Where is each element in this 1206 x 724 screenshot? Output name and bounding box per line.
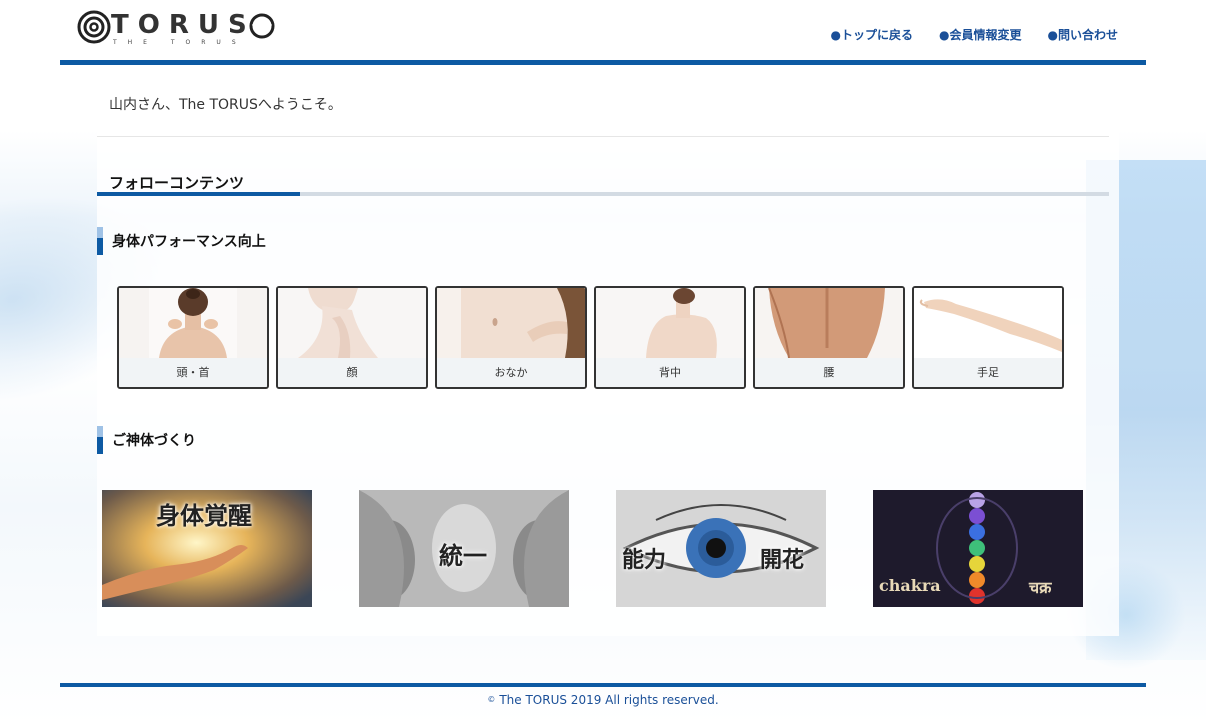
divider	[97, 136, 1109, 137]
card-label: 頭・首	[119, 358, 267, 387]
card-belly[interactable]: おなか	[435, 286, 587, 389]
nav-member-info-link[interactable]: ●会員情報変更	[939, 26, 1021, 43]
card-label: 顔	[278, 358, 426, 387]
banner-chakra-text-right: चक्र	[1029, 578, 1052, 597]
card-label: 腰	[755, 358, 903, 387]
top-nav: ●トップに戻る ●会員情報変更 ●問い合わせ	[831, 26, 1118, 43]
lower-back-thumbnail	[755, 288, 903, 358]
banner-ability[interactable]: 能力 開花	[616, 490, 826, 607]
copyright-text: The TORUS 2019 All rights reserved.	[499, 693, 719, 707]
card-label: 背中	[596, 358, 744, 387]
main-content: 山内さん、The TORUSへようこそ。 フォローコンテンツ 身体パフォーマンス…	[97, 66, 1119, 636]
card-label: おなか	[437, 358, 585, 387]
limbs-thumbnail	[914, 288, 1062, 358]
banner-unity-text: 統一	[439, 541, 487, 570]
back-thumbnail	[596, 288, 744, 358]
welcome-message: 山内さん、The TORUSへようこそ。	[109, 97, 342, 113]
heading-marker	[97, 426, 103, 454]
card-head-neck[interactable]: 頭・首	[117, 286, 269, 389]
torus-spiral-icon	[77, 10, 111, 44]
logo-wordmark: TORUS	[111, 10, 256, 40]
banner-awakening[interactable]: 身体覚醒	[102, 490, 312, 607]
site-header: TORUS THE TORUS ●トップに戻る ●会員情報変更 ●問い合わせ	[60, 0, 1146, 66]
card-back[interactable]: 背中	[594, 286, 746, 389]
copyright-symbol: ©	[487, 695, 496, 704]
banner-ability-text-left: 能力	[622, 547, 667, 573]
banner-chakra[interactable]: chakra चक्र	[873, 490, 1083, 607]
bodybuilding-heading: ご神体づくり	[97, 426, 196, 454]
performance-heading: 身体パフォーマンス向上	[97, 227, 266, 255]
heading-marker	[97, 227, 103, 255]
bodybuilding-banners: 身体覚醒 統一 能力 開花 chakra चक्र	[102, 490, 1092, 607]
bodybuilding-heading-label: ご神体づくり	[112, 433, 196, 449]
head-neck-thumbnail	[119, 288, 267, 358]
section-underline-accent	[97, 192, 300, 196]
body-part-cards: 頭・首 顔 おなか 背中 腰 手足	[117, 286, 1064, 389]
torus-logo[interactable]: TORUS THE TORUS	[77, 8, 277, 50]
logo-tagline: THE TORUS	[113, 39, 247, 46]
nav-contact-link[interactable]: ●問い合わせ	[1048, 26, 1118, 43]
card-face[interactable]: 顔	[276, 286, 428, 389]
performance-heading-label: 身体パフォーマンス向上	[112, 234, 266, 250]
site-footer: © The TORUS 2019 All rights reserved.	[0, 693, 1206, 707]
header-divider	[60, 60, 1146, 65]
banner-chakra-text-left: chakra	[879, 576, 941, 595]
card-label: 手足	[914, 358, 1062, 387]
footer-divider	[60, 683, 1146, 687]
banner-awakening-text: 身体覚醒	[156, 501, 252, 530]
card-limbs[interactable]: 手足	[912, 286, 1064, 389]
nav-top-link[interactable]: ●トップに戻る	[831, 26, 913, 43]
card-lower-back[interactable]: 腰	[753, 286, 905, 389]
banner-ability-text-right: 開花	[760, 547, 805, 573]
logo-swirl-icon	[249, 13, 275, 39]
banner-unity[interactable]: 統一	[359, 490, 569, 607]
face-thumbnail	[278, 288, 426, 358]
section-title: フォローコンテンツ	[109, 174, 245, 192]
belly-thumbnail	[437, 288, 585, 358]
